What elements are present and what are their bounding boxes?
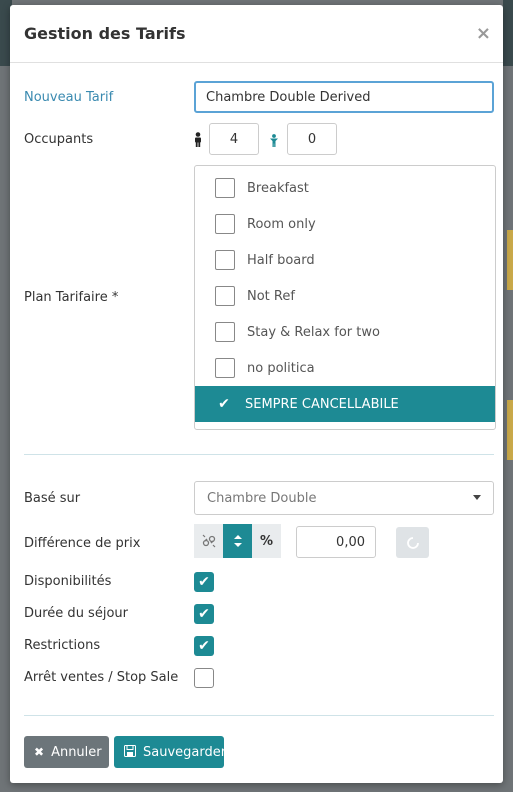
modal-header: Gestion des Tarifs × [10, 5, 503, 63]
chevron-down-icon [473, 495, 481, 500]
nouveau-tarif-label: Nouveau Tarif [24, 90, 114, 105]
plan-option-label: Room only [247, 216, 316, 232]
plan-option-no-politica[interactable]: no politica [195, 350, 495, 386]
adults-input[interactable]: 4 [209, 123, 259, 155]
option-label: Arrêt ventes / Stop Sale [24, 670, 179, 685]
stop-sale-checkbox[interactable] [194, 668, 214, 688]
tarif-modal: Gestion des Tarifs × Nouveau Tarif Occup… [10, 5, 503, 783]
background-page [507, 400, 513, 460]
refresh-icon[interactable] [396, 527, 429, 558]
plan-option-not-ref[interactable]: Not Ref [195, 278, 495, 314]
close-icon: ✖ [34, 745, 45, 759]
price-mode-toggle: % [194, 524, 281, 558]
restrictions-checkbox[interactable]: ✔ [194, 636, 214, 656]
divider [24, 715, 494, 716]
modal-title: Gestion des Tarifs [24, 24, 186, 43]
save-label: Sauvegarder [143, 744, 227, 760]
save-button[interactable]: Sauvegarder [114, 736, 227, 768]
base-sur-value: Chambre Double [207, 490, 317, 506]
background-page [507, 230, 513, 290]
option-label: Restrictions [24, 638, 101, 653]
unlink-icon[interactable] [194, 524, 223, 558]
plan-tarifaire-list: Breakfast Room only Half board Not Ref S… [194, 165, 496, 430]
price-difference-input[interactable]: 0,00 [296, 526, 376, 558]
sort-icon[interactable] [223, 524, 252, 558]
floppy-disk-icon [124, 744, 136, 760]
base-sur-select[interactable]: Chambre Double [194, 481, 494, 515]
plan-option-label: no politica [247, 360, 315, 376]
background-page [503, 0, 513, 66]
plan-tarifaire-label: Plan Tarifaire * [24, 290, 119, 305]
base-sur-label: Basé sur [24, 491, 81, 506]
checkbox-icon[interactable] [215, 214, 235, 234]
plan-option-half-board[interactable]: Half board [195, 242, 495, 278]
checkmark-icon: ✔ [218, 396, 230, 412]
difference-prix-label: Différence de prix [24, 536, 141, 551]
duree-sejour-checkbox[interactable]: ✔ [194, 604, 214, 624]
checkbox-icon[interactable] [215, 358, 235, 378]
percent-button[interactable]: % [252, 524, 281, 558]
cancel-button[interactable]: ✖ Annuler [24, 736, 109, 768]
plan-option-breakfast[interactable]: Breakfast [195, 170, 495, 206]
occupants-label: Occupants [24, 132, 94, 147]
plan-option-label: Stay & Relax for two [247, 324, 380, 340]
cancel-label: Annuler [51, 744, 102, 760]
checkbox-icon[interactable] [215, 250, 235, 270]
plan-option-label: SEMPRE CANCELLABILE [245, 396, 399, 412]
plan-option-label: Breakfast [247, 180, 309, 196]
plan-option-stay-relax[interactable]: Stay & Relax for two [195, 314, 495, 350]
option-label: Durée du séjour [24, 606, 128, 621]
plan-option-sempre-cancellabile[interactable]: ✔ SEMPRE CANCELLABILE [195, 386, 495, 422]
checkbox-icon[interactable] [215, 178, 235, 198]
option-label: Disponibilités [24, 574, 112, 589]
checkbox-icon[interactable] [215, 322, 235, 342]
child-icon [269, 134, 279, 151]
adult-icon [193, 132, 203, 151]
children-input[interactable]: 0 [287, 123, 337, 155]
plan-option-label: Not Ref [247, 288, 295, 304]
plan-option-room-only[interactable]: Room only [195, 206, 495, 242]
plan-option-label: Half board [247, 252, 315, 268]
divider [24, 454, 494, 455]
close-icon[interactable]: × [476, 23, 491, 44]
checkbox-icon[interactable] [215, 286, 235, 306]
disponibilites-checkbox[interactable]: ✔ [194, 572, 214, 592]
nouveau-tarif-input[interactable] [194, 81, 494, 113]
